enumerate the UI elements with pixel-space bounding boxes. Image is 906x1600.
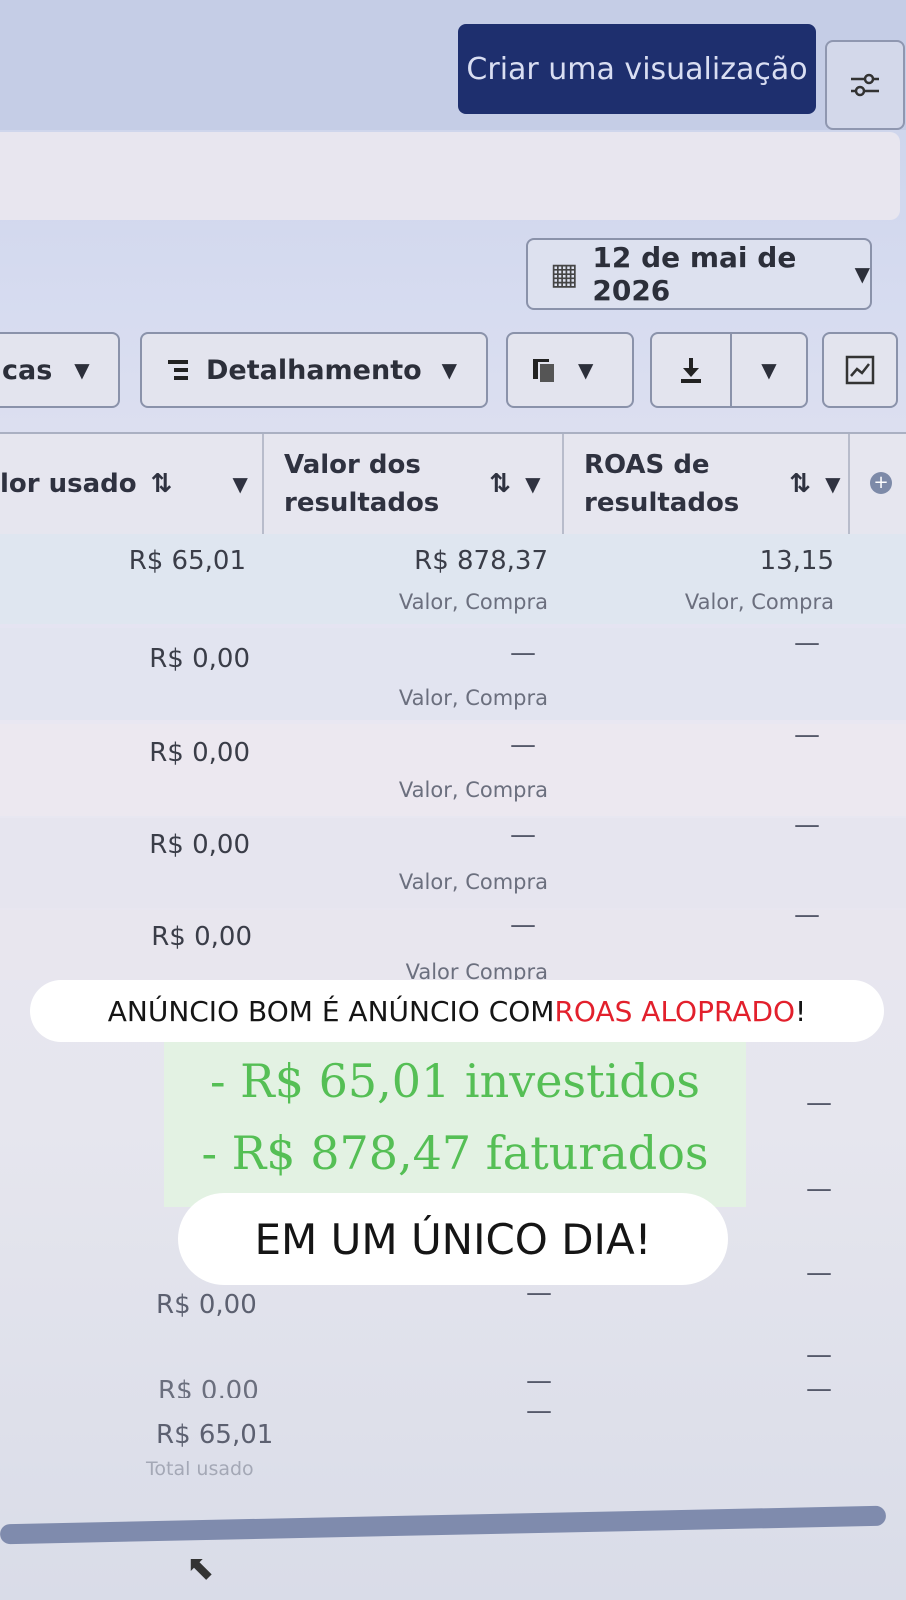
column-roas-label: ROAS de resultados (584, 450, 740, 518)
total-amount: R$ 65,01 (156, 1420, 274, 1450)
sort-icon[interactable]: ⇅ (789, 469, 811, 499)
mouse-cursor-icon: ⬉ (186, 1548, 215, 1588)
chevron-down-icon[interactable]: ▼ (825, 472, 840, 496)
table-row[interactable]: R$ 0,00 — Valor Compra — (0, 900, 906, 984)
chevron-down-icon: ▼ (854, 262, 870, 286)
search-bar[interactable] (0, 132, 900, 220)
total-label: Total usado (146, 1458, 254, 1480)
breakdown-icon (168, 360, 188, 380)
results-callout: - R$ 65,01 investidos - R$ 878,47 fatura… (164, 1042, 746, 1207)
amount-spent: R$ 0,00 (156, 1290, 257, 1320)
sliders-icon (851, 73, 879, 97)
column-roas[interactable]: ROAS de resultados ⇅ ▼ (584, 434, 846, 534)
results-value-type: Valor, Compra (398, 686, 548, 710)
column-amount-spent[interactable]: lor usado ⇅ ▼ (0, 434, 260, 534)
create-visualization-button[interactable]: Criar uma visualização (458, 24, 816, 114)
roas-type: Valor, Compra (684, 590, 834, 614)
roas-value: — (806, 1088, 832, 1118)
column-divider (262, 434, 264, 534)
metrics-dropdown[interactable]: cas ▼ (0, 332, 120, 408)
headline-suffix: ! (795, 994, 807, 1028)
column-amount-spent-label: lor usado (0, 469, 137, 499)
roas-value: — (806, 1174, 832, 1204)
sort-icon[interactable]: ⇅ (489, 469, 511, 499)
amount-spent: R$ 0,00 (151, 922, 252, 952)
single-day-banner: EM UM ÚNICO DIA! (178, 1193, 728, 1285)
report-icon (533, 359, 556, 384)
results-value-type: Valor, Compra (398, 590, 548, 614)
headline-highlight: ROAS ALOPRADO (554, 994, 796, 1028)
amount-spent: R$ 0,00 (149, 738, 250, 768)
amount-spent: R$ 0,00 (149, 644, 250, 674)
results-value: — (526, 1396, 552, 1426)
date-value: 12 de mai de 2026 (592, 241, 797, 307)
results-value: — (510, 730, 536, 760)
export-dropdown[interactable]: ▼ (732, 358, 806, 382)
chart-icon (845, 355, 875, 385)
chevron-down-icon: ▼ (74, 358, 90, 382)
headline-text: ANÚNCIO BOM É ANÚNCIO COM (107, 994, 555, 1028)
table-header: lor usado ⇅ ▼ Valor dos resultados ⇅ ▼ RO… (0, 432, 906, 536)
results-value: — (510, 910, 536, 940)
results-value: R$ 878,37 (414, 546, 548, 576)
table-row[interactable]: R$ 65,01 R$ 878,37 Valor, Compra 13,15 V… (0, 534, 906, 624)
amount-spent: R$ 0,00 (149, 830, 250, 860)
chevron-down-icon: ▼ (441, 358, 458, 382)
invested-line: - R$ 65,01 investidos (209, 1054, 701, 1108)
roas-value: — (794, 810, 820, 840)
results-value: — (526, 1366, 552, 1396)
chevron-down-icon: ▼ (761, 358, 777, 382)
roas-value: — (794, 628, 820, 658)
breakdown-dropdown[interactable]: Detalhamento ▼ (140, 332, 488, 408)
download-icon (681, 358, 701, 383)
amount-spent: R$ 65,01 (128, 546, 246, 576)
amount-spent: R$ 0,00 (158, 1376, 259, 1398)
chart-button[interactable] (822, 332, 898, 408)
add-column-icon[interactable]: + (870, 472, 892, 494)
breakdown-label: Detalhamento (206, 354, 422, 386)
horizontal-scrollbar[interactable] (0, 1505, 887, 1545)
reports-dropdown[interactable]: ▼ (506, 332, 634, 408)
revenue-line: - R$ 878,47 faturados (201, 1126, 709, 1180)
column-divider (562, 434, 564, 534)
results-value-type: Valor, Compra (398, 870, 548, 894)
date-picker[interactable]: ▦ 12 de mai de 2026 ▼ (526, 238, 872, 310)
column-results-value[interactable]: Valor dos resultados ⇅ ▼ (284, 434, 554, 534)
download-button[interactable] (652, 334, 732, 406)
column-divider (848, 434, 850, 534)
results-value-type: Valor, Compra (398, 778, 548, 802)
export-group[interactable]: ▼ (650, 332, 808, 408)
calendar-icon: ▦ (550, 256, 579, 292)
roas-value: 13,15 (759, 546, 834, 576)
table-row[interactable]: R$ 0,00 — Valor, Compra — (0, 628, 906, 720)
roas-value: — (806, 1258, 832, 1288)
headline-banner: ANÚNCIO BOM É ANÚNCIO COM ROAS ALOPRADO! (30, 980, 884, 1042)
chevron-down-icon: ▼ (578, 358, 594, 382)
roas-value: — (794, 900, 820, 930)
chevron-down-icon[interactable]: ▼ (525, 472, 540, 496)
settings-button[interactable] (825, 40, 905, 130)
chevron-down-icon[interactable]: ▼ (232, 472, 247, 496)
roas-value: — (806, 1374, 832, 1404)
sort-icon[interactable]: ⇅ (151, 469, 173, 499)
table-row[interactable]: R$ 0,00 — Valor, Compra — (0, 810, 906, 908)
results-value: — (510, 638, 536, 668)
roas-value: — (806, 1340, 832, 1370)
metrics-label: cas (2, 354, 53, 386)
results-value: — (510, 820, 536, 850)
table-row[interactable]: R$ 0,00 — Valor, Compra — (0, 720, 906, 816)
roas-value: — (794, 720, 820, 750)
column-results-value-label: Valor dos resultados (284, 450, 440, 518)
